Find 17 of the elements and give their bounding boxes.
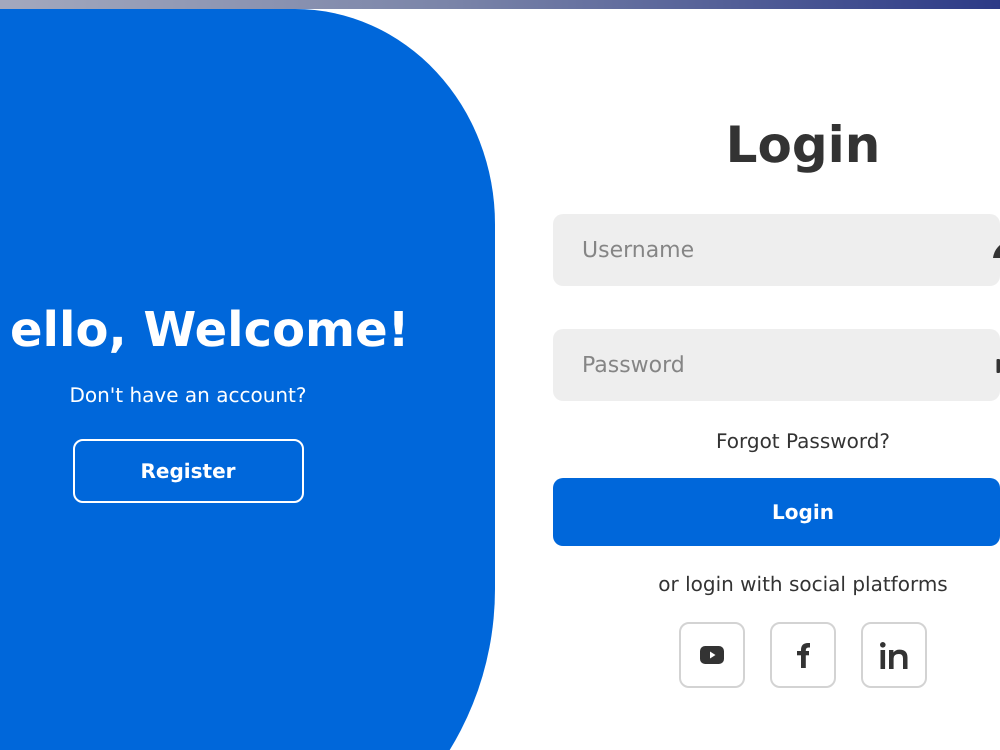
social-login-button[interactable] <box>861 622 927 688</box>
youtube-icon <box>700 646 724 664</box>
register-button[interactable]: Register <box>72 439 304 503</box>
login-button[interactable]: Login <box>553 478 1000 546</box>
login-title: Login <box>726 116 880 174</box>
linkedin-icon <box>880 642 908 668</box>
social-login-prompt: or login with social platforms <box>658 572 948 596</box>
account-prompt: Don't have an account? <box>69 383 307 407</box>
lock-icon <box>995 357 1000 373</box>
user-icon <box>993 242 1000 258</box>
forgot-password-link[interactable]: Forgot Password? <box>716 429 890 453</box>
password-field[interactable]: Password <box>553 329 1000 401</box>
welcome-heading: ello, Welcome! <box>10 301 410 359</box>
social-login-button[interactable] <box>770 622 836 688</box>
social-login-button[interactable] <box>679 622 745 688</box>
username-field[interactable]: Username <box>553 214 1000 286</box>
facebook-icon <box>796 642 810 668</box>
